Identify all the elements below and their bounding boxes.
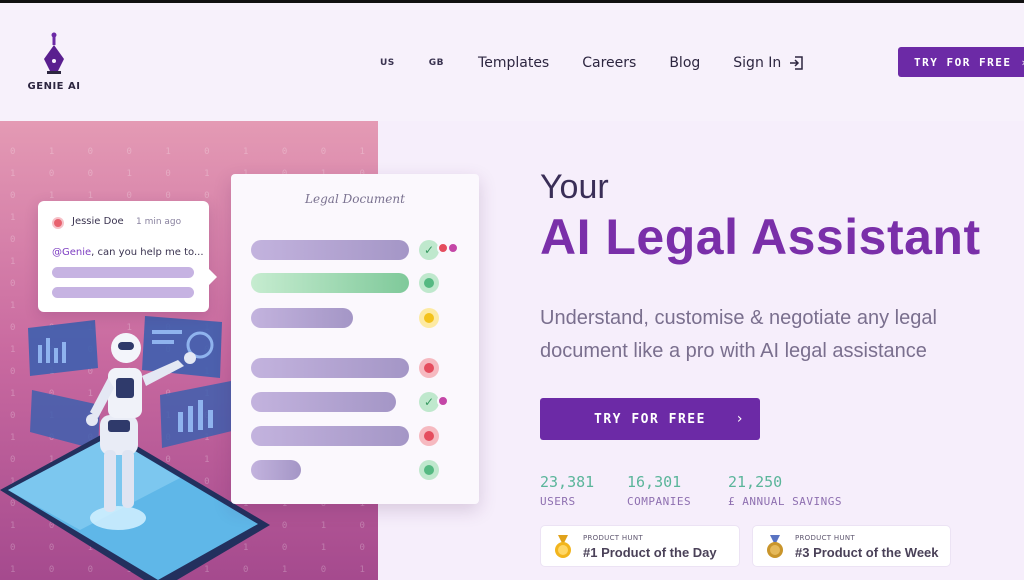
hero-title: AI Legal Assistant: [540, 209, 981, 265]
stat-value: 21,250: [728, 473, 783, 491]
status-red-icon: [419, 426, 439, 446]
chat-placeholder-line: [52, 287, 194, 298]
stat-label: USERS: [540, 495, 576, 508]
us-flag-link[interactable]: US: [380, 58, 395, 68]
stat-annual-savings: 21,250 £ ANNUAL SAVINGS: [728, 473, 842, 508]
document-title: Legal Document: [305, 192, 405, 206]
chat-placeholder-line: [52, 267, 194, 278]
avatar: [437, 395, 449, 407]
badge-source: PRODUCT HUNT: [583, 534, 643, 542]
status-green-icon: [419, 273, 439, 293]
hero-cta-label: TRY FOR FREE: [594, 411, 706, 427]
phone-device: [0, 430, 270, 580]
chat-timestamp: 1 min ago: [136, 217, 182, 227]
chat-message-text: @Genie, can you help me to...: [52, 247, 204, 258]
nav-signin[interactable]: Sign In: [733, 55, 805, 71]
chat-message-card: Jessie Doe 1 min ago @Genie, can you hel…: [38, 201, 217, 312]
stat-label: £ ANNUAL SAVINGS: [728, 495, 842, 508]
header-try-free-button[interactable]: TRY FOR FREE ›: [898, 47, 1024, 77]
status-red-icon: [419, 358, 439, 378]
status-green-icon: [419, 460, 439, 480]
hero-pretitle: Your: [540, 168, 609, 206]
check-icon: ✓: [419, 392, 439, 412]
stat-users: 23,381 USERS: [540, 473, 594, 508]
stat-value: 23,381: [540, 473, 595, 491]
badge-rank: #3 Product of the Week: [795, 545, 939, 560]
clause-bar: [251, 308, 353, 328]
avatar: [52, 217, 64, 229]
chat-author-name: Jessie Doe: [72, 216, 124, 227]
chevron-right-icon: ›: [736, 411, 744, 427]
badge-rank: #1 Product of the Day: [583, 545, 717, 560]
clause-bar: [251, 392, 396, 412]
nav-templates[interactable]: Templates: [478, 55, 549, 71]
clause-bar: [251, 426, 409, 446]
nav-blog[interactable]: Blog: [669, 55, 700, 71]
gold-medal-icon: [555, 535, 571, 558]
stat-value: 16,301: [627, 473, 682, 491]
genie-ai-logo[interactable]: GENIE AI: [24, 31, 84, 92]
site-header: GENIE AI US GB Templates Careers Blog Si…: [0, 3, 1024, 121]
logo-text: GENIE AI: [27, 81, 81, 92]
clause-bar: [251, 358, 409, 378]
clause-bar: [251, 460, 301, 480]
stat-companies: 16,301 COMPANIES: [627, 473, 691, 508]
header-cta-label: TRY FOR FREE: [914, 55, 1012, 69]
clause-bar: [251, 240, 409, 260]
check-icon: ✓: [419, 240, 439, 260]
status-yellow-icon: [419, 308, 439, 328]
bronze-medal-icon: [767, 535, 783, 558]
hero-try-free-button[interactable]: TRY FOR FREE ›: [540, 398, 760, 440]
legal-document-card: Legal Document ✓ ✓: [231, 174, 479, 504]
signin-label: Sign In: [733, 55, 782, 71]
avatar: [447, 242, 459, 254]
badge-source: PRODUCT HUNT: [795, 534, 855, 542]
product-hunt-badge-week[interactable]: PRODUCT HUNT #3 Product of the Week: [752, 525, 951, 567]
nav-careers[interactable]: Careers: [582, 55, 636, 71]
product-hunt-badge-day[interactable]: PRODUCT HUNT #1 Product of the Day: [540, 525, 740, 567]
chat-bubble-tail: [209, 269, 217, 285]
clause-bar: [251, 273, 409, 293]
hero-subtitle: Understand, customise & negotiate any le…: [540, 307, 937, 362]
sign-in-icon: [790, 56, 804, 70]
pen-nib-icon: [44, 32, 64, 74]
gb-flag-link[interactable]: GB: [429, 58, 444, 68]
chat-mention: @Genie: [52, 247, 92, 258]
main-nav: US GB Templates Careers Blog Sign In: [380, 51, 805, 75]
chat-message-body: , can you help me to...: [91, 247, 204, 258]
stat-label: COMPANIES: [627, 495, 692, 508]
